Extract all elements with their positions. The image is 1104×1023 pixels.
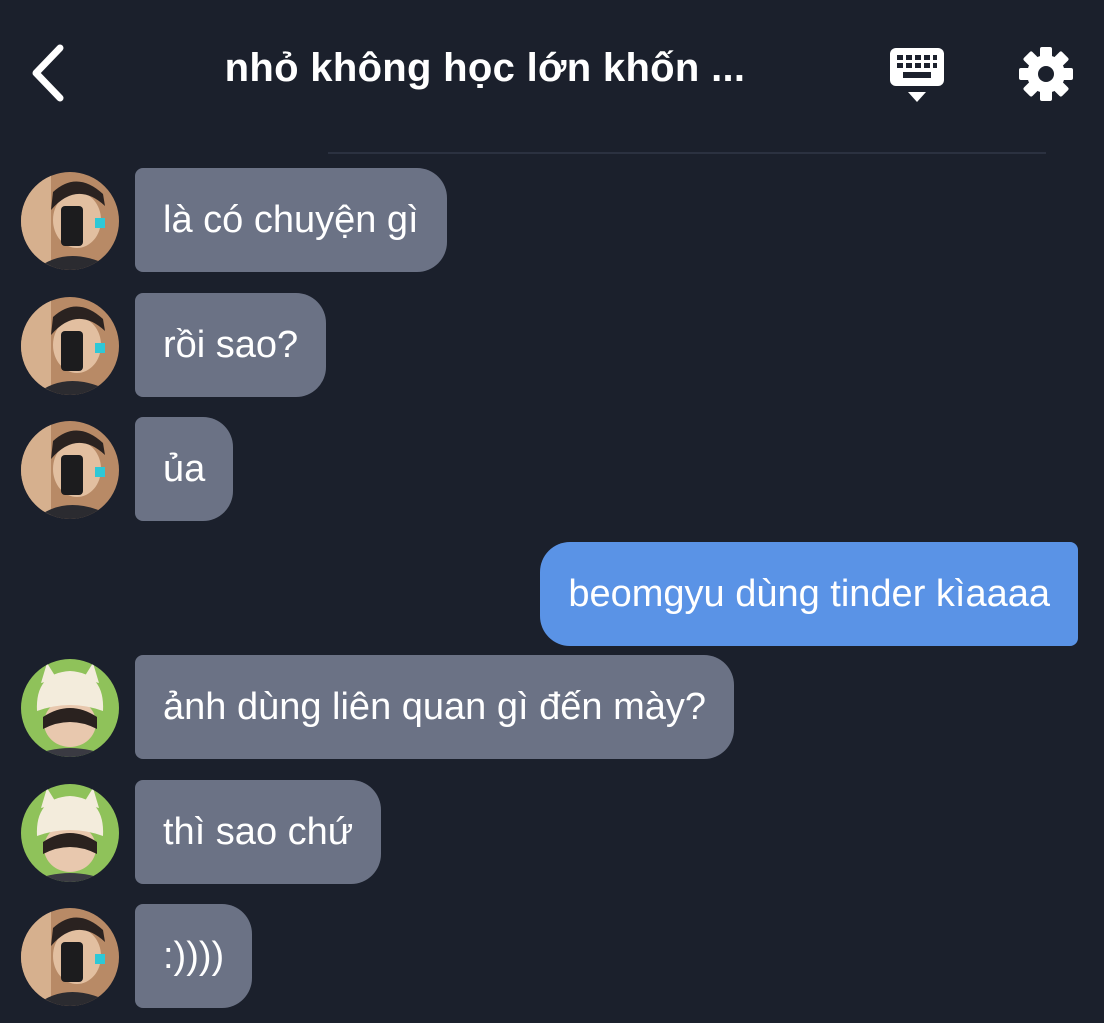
- avatar[interactable]: [21, 421, 119, 519]
- avatar-boy-mirror-selfie: [21, 172, 119, 270]
- message-bubble-incoming[interactable]: ảnh dùng liên quan gì đến mày?: [135, 655, 734, 759]
- settings-button[interactable]: [1014, 42, 1078, 106]
- keyboard-toggle-button[interactable]: [884, 44, 950, 106]
- message-bubble-outgoing[interactable]: beomgyu dùng tinder kìaaaa: [540, 542, 1078, 646]
- avatar-boy-white-beanie: [21, 784, 119, 882]
- message-bubble-incoming[interactable]: rồi sao?: [135, 293, 327, 397]
- avatar[interactable]: [21, 659, 119, 757]
- keyboard-icon: [890, 48, 944, 102]
- message-row: rồi sao?: [0, 293, 1104, 397]
- avatar[interactable]: [21, 172, 119, 270]
- message-row: beomgyu dùng tinder kìaaaa: [0, 542, 1104, 646]
- avatar[interactable]: [21, 297, 119, 395]
- message-row: thì sao chứ: [0, 780, 1104, 884]
- header-divider: [328, 152, 1046, 154]
- avatar-boy-mirror-selfie: [21, 421, 119, 519]
- message-bubble-incoming[interactable]: ủa: [135, 417, 234, 521]
- chevron-left-icon: [32, 44, 64, 102]
- message-row: :)))): [0, 904, 1104, 1008]
- avatar-boy-mirror-selfie: [21, 297, 119, 395]
- back-button[interactable]: [22, 38, 82, 108]
- chat-header: nhỏ không học lớn khốn ...: [0, 0, 1104, 150]
- message-bubble-incoming[interactable]: là có chuyện gì: [135, 168, 447, 272]
- avatar[interactable]: [21, 784, 119, 882]
- chat-title: nhỏ không học lớn khốn ...: [224, 46, 746, 90]
- avatar-boy-mirror-selfie: [21, 908, 119, 1006]
- avatar-boy-white-beanie: [21, 659, 119, 757]
- message-bubble-incoming[interactable]: :)))): [135, 904, 253, 1008]
- message-bubble-incoming[interactable]: thì sao chứ: [135, 780, 382, 884]
- avatar[interactable]: [21, 908, 119, 1006]
- message-row: ủa: [0, 417, 1104, 521]
- message-row: ảnh dùng liên quan gì đến mày?: [0, 655, 1104, 759]
- message-row: là có chuyện gì: [0, 168, 1104, 272]
- gear-icon: [1019, 47, 1073, 101]
